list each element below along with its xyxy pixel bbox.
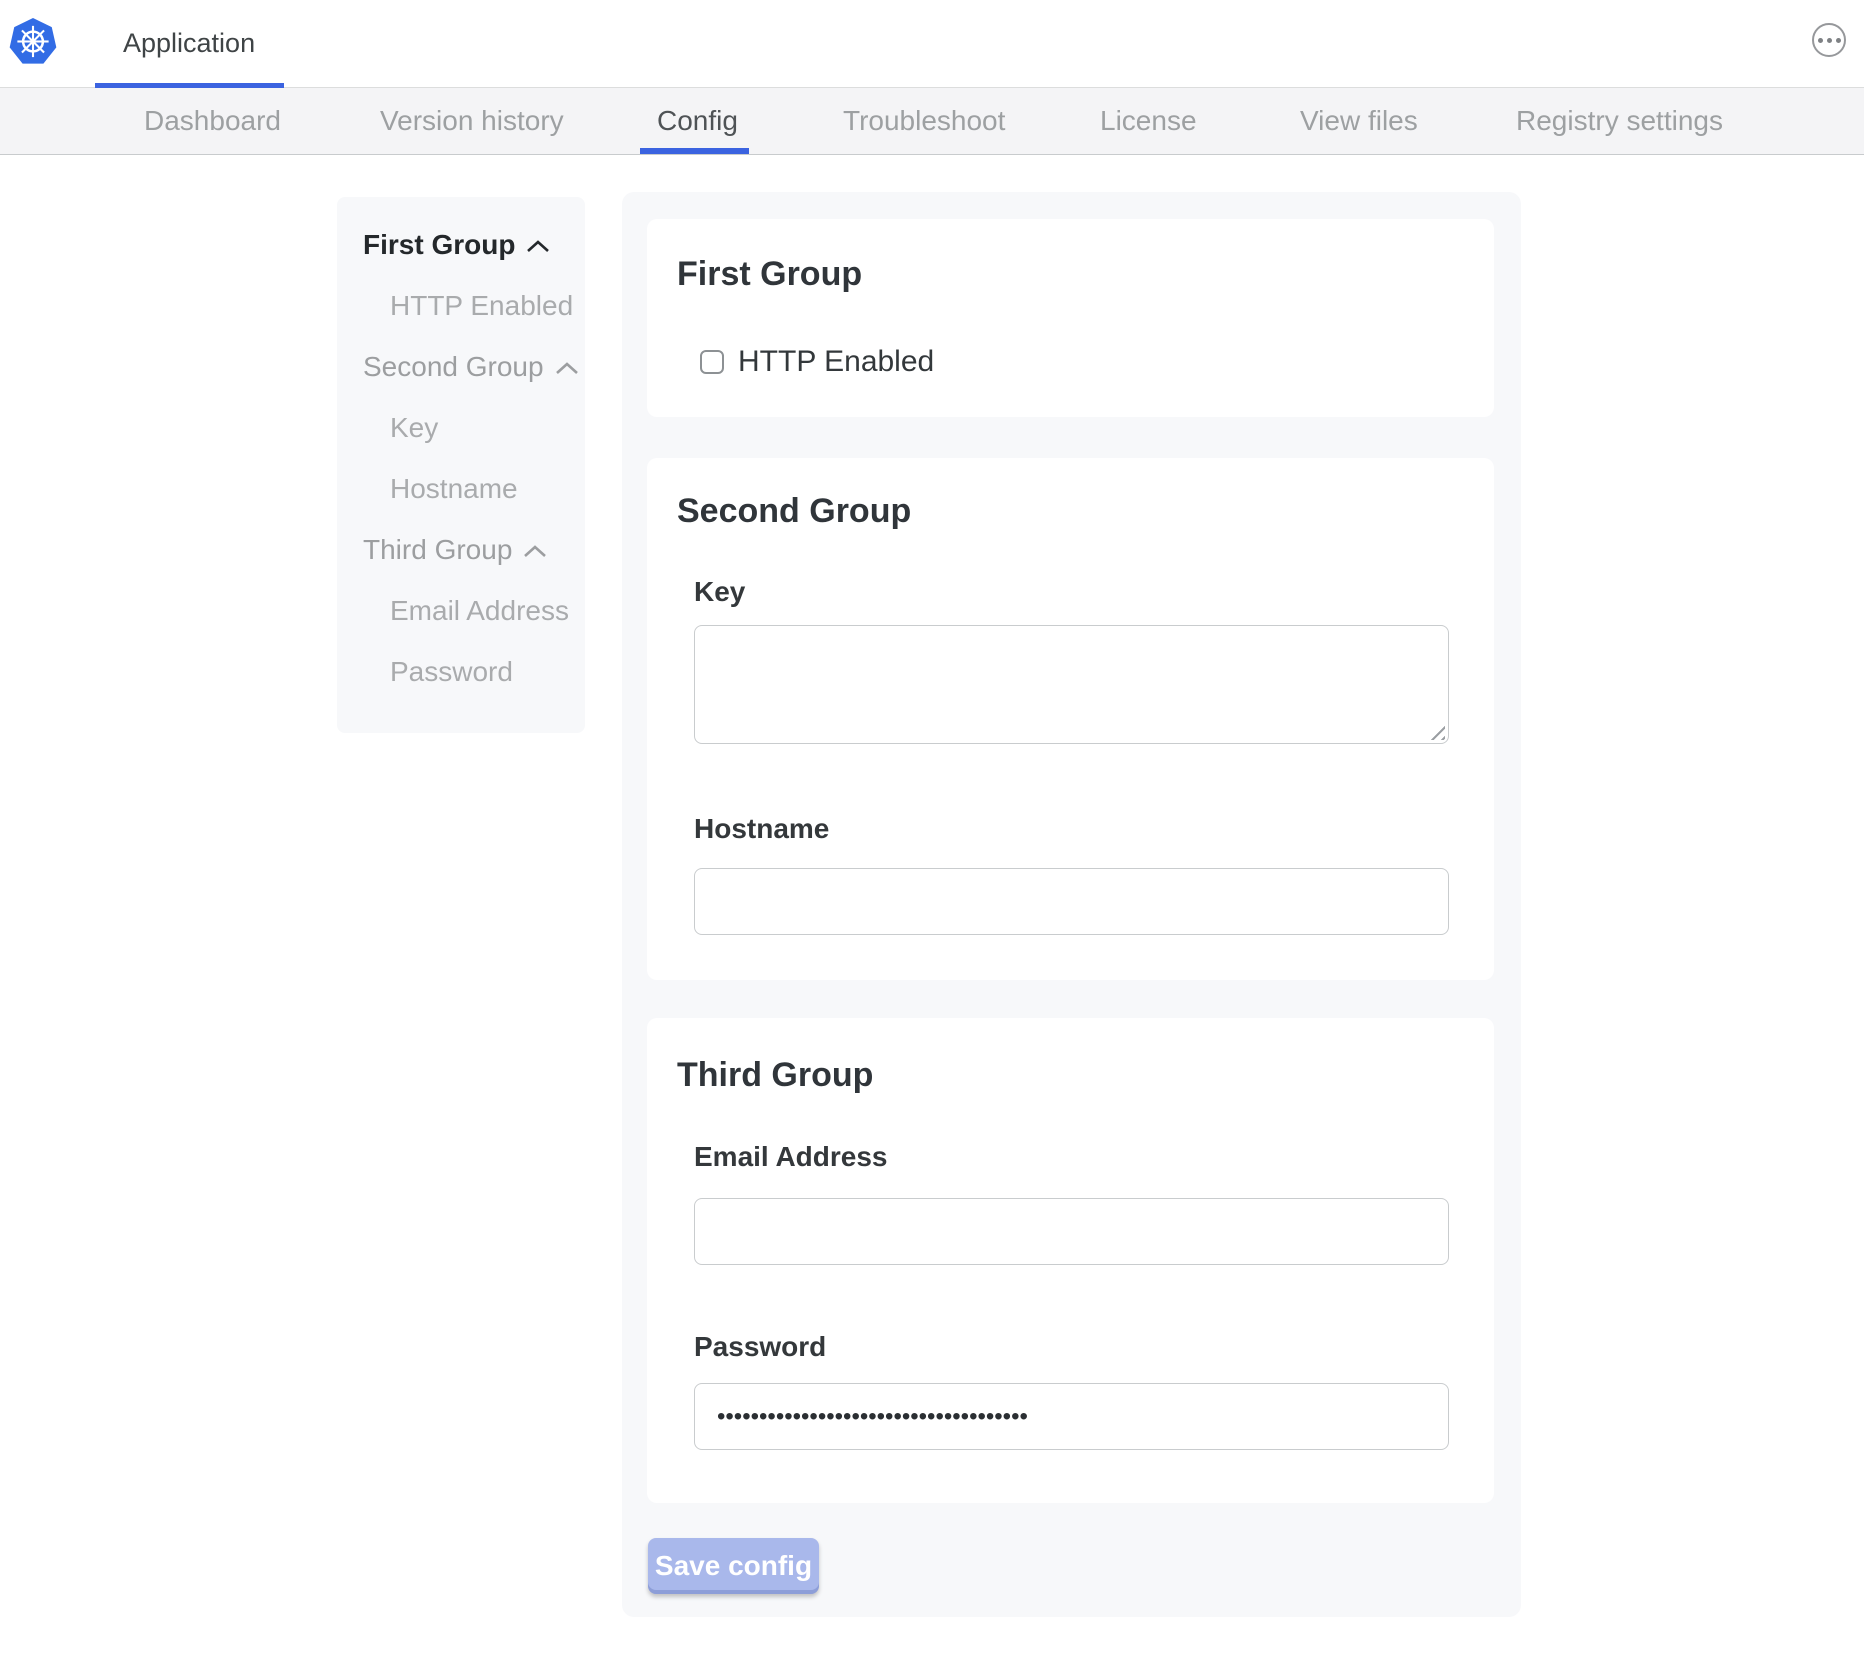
password-input[interactable]: [694, 1383, 1449, 1450]
tab-config[interactable]: Config: [657, 88, 738, 154]
sidebar-item-label: Email Address: [390, 595, 569, 627]
chevron-up-icon: [526, 239, 550, 253]
chevron-up-icon: [523, 544, 547, 558]
tab-label: Version history: [380, 105, 564, 137]
config-panel: First Group HTTP Enabled Second Group Ke…: [622, 192, 1521, 1617]
app-title: Application: [123, 0, 255, 87]
tab-label: View files: [1300, 105, 1418, 137]
config-group-third: Third Group Email Address Password: [647, 1018, 1494, 1503]
kubernetes-logo-icon: [8, 16, 58, 68]
tab-label: Troubleshoot: [843, 105, 1005, 137]
sidebar-item-label: HTTP Enabled: [390, 290, 573, 322]
sidebar-item-label: First Group: [363, 229, 515, 261]
password-label: Password: [694, 1331, 826, 1363]
config-group-first: First Group HTTP Enabled: [647, 219, 1494, 417]
hostname-input[interactable]: [694, 868, 1449, 935]
save-config-button[interactable]: Save config: [648, 1538, 819, 1594]
group-title: First Group: [677, 255, 862, 294]
key-textarea[interactable]: [694, 625, 1449, 744]
http-enabled-checkbox[interactable]: [700, 350, 724, 374]
more-menu-button[interactable]: [1812, 23, 1846, 57]
tab-label: Config: [657, 105, 738, 137]
tab-label: License: [1100, 105, 1197, 137]
tab-dashboard[interactable]: Dashboard: [144, 88, 281, 154]
chevron-up-icon: [555, 361, 579, 375]
config-group-second: Second Group Key Hostname: [647, 458, 1494, 980]
sidebar-item-third-group[interactable]: Third Group: [337, 519, 585, 580]
http-enabled-row: HTTP Enabled: [700, 345, 934, 379]
tab-label: Dashboard: [144, 105, 281, 137]
key-field-wrap: [694, 625, 1449, 744]
tab-license[interactable]: License: [1100, 88, 1197, 154]
sidebar-item-hostname[interactable]: Hostname: [337, 458, 585, 519]
sidebar-item-label: Hostname: [390, 473, 518, 505]
sidebar-item-label: Password: [390, 656, 513, 688]
config-sidebar: First Group HTTP Enabled Second Group Ke…: [337, 197, 585, 733]
tab-version-history[interactable]: Version history: [380, 88, 564, 154]
group-title: Second Group: [677, 492, 911, 531]
sidebar-item-first-group[interactable]: First Group: [337, 214, 585, 275]
group-title: Third Group: [677, 1056, 873, 1095]
page: Application Dashboard Version history Co…: [0, 0, 1864, 1680]
ellipsis-icon: [1827, 38, 1832, 43]
email-address-label: Email Address: [694, 1141, 887, 1173]
app-header: Application: [0, 0, 1864, 88]
email-address-input[interactable]: [694, 1198, 1449, 1265]
sidebar-item-label: Key: [390, 412, 438, 444]
tab-active-underline: [640, 148, 749, 154]
hostname-label: Hostname: [694, 813, 829, 845]
sidebar-item-password[interactable]: Password: [337, 641, 585, 702]
sidebar-item-key[interactable]: Key: [337, 397, 585, 458]
tab-label: Registry settings: [1516, 105, 1723, 137]
app-navbar: Dashboard Version history Config Trouble…: [0, 88, 1864, 155]
http-enabled-label: HTTP Enabled: [738, 345, 934, 379]
ellipsis-icon: [1818, 38, 1823, 43]
tab-registry-settings[interactable]: Registry settings: [1516, 88, 1723, 154]
ellipsis-icon: [1836, 38, 1841, 43]
sidebar-item-http-enabled[interactable]: HTTP Enabled: [337, 275, 585, 336]
tab-troubleshoot[interactable]: Troubleshoot: [843, 88, 1005, 154]
sidebar-item-second-group[interactable]: Second Group: [337, 336, 585, 397]
key-label: Key: [694, 576, 745, 608]
sidebar-item-email-address[interactable]: Email Address: [337, 580, 585, 641]
sidebar-item-label: Third Group: [363, 534, 512, 566]
sidebar-item-label: Second Group: [363, 351, 544, 383]
tab-view-files[interactable]: View files: [1300, 88, 1418, 154]
